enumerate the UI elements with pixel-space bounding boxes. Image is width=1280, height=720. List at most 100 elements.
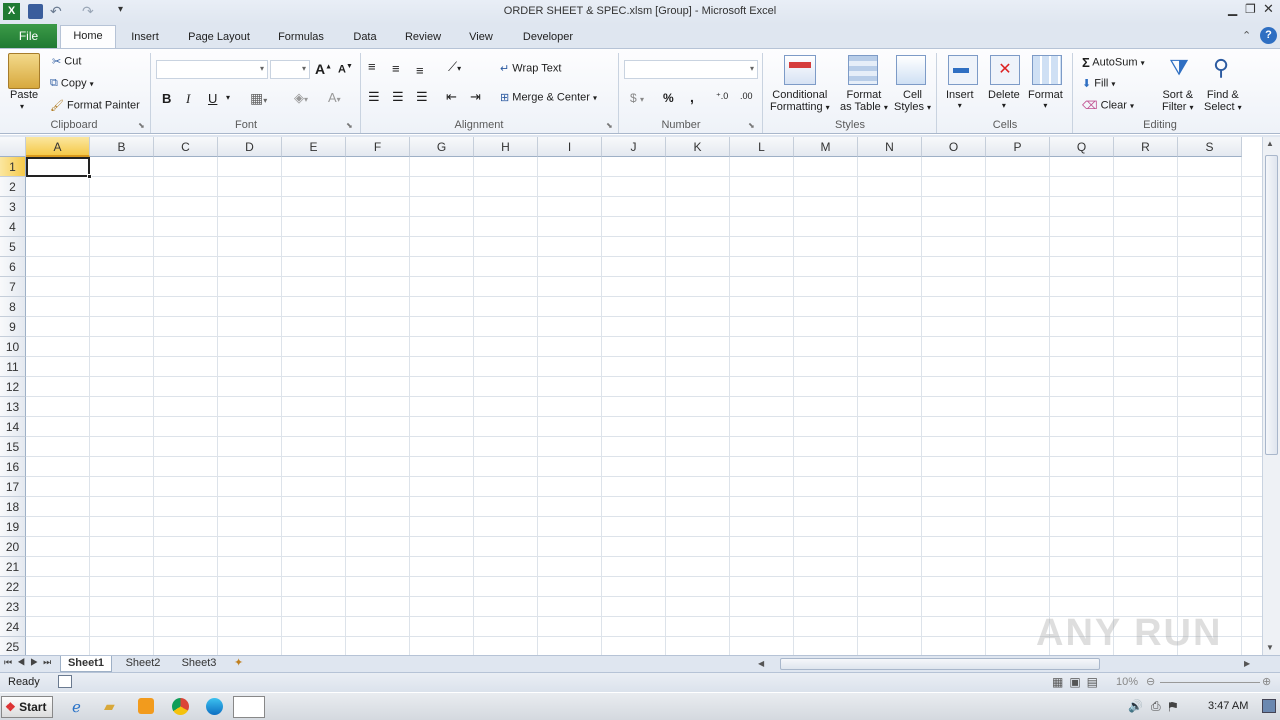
cell-styles-icon[interactable] — [896, 55, 926, 85]
align-middle-icon[interactable]: ≡ — [392, 61, 400, 76]
decrease-decimal-icon[interactable]: .00 — [740, 91, 753, 101]
zoom-slider[interactable] — [1160, 682, 1260, 683]
column-header[interactable]: M — [794, 137, 858, 157]
column-header[interactable]: G — [410, 137, 474, 157]
row-header[interactable]: 22 — [0, 577, 26, 597]
column-header[interactable]: L — [730, 137, 794, 157]
autosum-button[interactable]: Σ AutoSum ▾ — [1082, 55, 1145, 70]
font-name-select[interactable]: ▾ — [156, 60, 268, 79]
column-header[interactable]: S — [1178, 137, 1242, 157]
minimize-ribbon-icon[interactable]: ⌃ — [1242, 29, 1251, 42]
tab-review[interactable]: Review — [398, 27, 448, 48]
alignment-launcher-icon[interactable]: ⬊ — [606, 121, 613, 130]
font-color-icon[interactable]: A▾ — [328, 90, 341, 105]
clear-button[interactable]: ⌫ Clear ▾ — [1082, 99, 1134, 112]
zoom-level[interactable]: 10% — [1116, 676, 1138, 688]
align-right-icon[interactable]: ☰ — [416, 89, 428, 105]
horizontal-scroll-thumb[interactable] — [780, 658, 1100, 670]
column-header[interactable]: R — [1114, 137, 1178, 157]
sheet-tab-2[interactable]: Sheet2 — [118, 656, 168, 672]
sort-filter-button[interactable]: Sort & Filter ▾ — [1162, 89, 1194, 113]
shrink-font-icon[interactable]: A▼ — [338, 63, 353, 76]
clipboard-launcher-icon[interactable]: ⬊ — [138, 121, 145, 130]
insert-cells-icon[interactable] — [948, 55, 978, 85]
select-all-button[interactable] — [0, 137, 26, 157]
vertical-scroll-thumb[interactable] — [1265, 155, 1278, 455]
number-format-select[interactable]: ▾ — [624, 60, 758, 79]
column-header[interactable]: Q — [1050, 137, 1114, 157]
tab-page-layout[interactable]: Page Layout — [180, 27, 258, 48]
column-header[interactable]: B — [90, 137, 154, 157]
macro-record-icon[interactable] — [58, 675, 72, 688]
column-header[interactable]: D — [218, 137, 282, 157]
row-header[interactable]: 10 — [0, 337, 26, 357]
start-button[interactable]: ❖ Start — [1, 696, 53, 718]
format-cells-icon[interactable] — [1032, 55, 1062, 85]
decrease-indent-icon[interactable]: ⇤ — [446, 89, 457, 105]
align-center-icon[interactable]: ☰ — [392, 89, 404, 105]
column-header[interactable]: E — [282, 137, 346, 157]
format-as-table-icon[interactable] — [848, 55, 878, 85]
align-bottom-icon[interactable]: ≡ — [416, 63, 424, 78]
row-header[interactable]: 15 — [0, 437, 26, 457]
column-header[interactable]: J — [602, 137, 666, 157]
row-header[interactable]: 18 — [0, 497, 26, 517]
borders-icon[interactable]: ▦▾ — [250, 90, 267, 107]
fill-button[interactable]: ⬇ Fill ▾ — [1082, 77, 1115, 90]
copy-button[interactable]: ⧉ Copy ▾ — [50, 77, 94, 90]
row-header[interactable]: 3 — [0, 197, 26, 217]
wrap-text-button[interactable]: ↵ Wrap Text — [500, 62, 561, 75]
row-header[interactable]: 13 — [0, 397, 26, 417]
row-header[interactable]: 14 — [0, 417, 26, 437]
tab-view[interactable]: View — [460, 27, 502, 48]
sort-filter-icon[interactable]: ⧩ — [1164, 55, 1194, 85]
tray-icons[interactable]: 🔊⎙⚑ — [1128, 699, 1185, 714]
delete-cells-button[interactable]: Delete ▾ — [988, 89, 1020, 110]
help-icon[interactable]: ? — [1260, 27, 1277, 44]
zoom-in-icon[interactable]: ⊕ — [1262, 675, 1271, 688]
column-header[interactable]: N — [858, 137, 922, 157]
find-select-button[interactable]: Find & Select ▾ — [1204, 89, 1242, 113]
paste-button[interactable]: Paste — [10, 89, 38, 101]
binoculars-icon[interactable]: ⚲ — [1206, 55, 1236, 85]
row-header[interactable]: 7 — [0, 277, 26, 297]
font-launcher-icon[interactable]: ⬊ — [346, 121, 353, 130]
fill-handle[interactable] — [87, 174, 92, 179]
row-header[interactable]: 17 — [0, 477, 26, 497]
row-header[interactable]: 2 — [0, 177, 26, 197]
restore-icon[interactable]: ❐ — [1245, 2, 1256, 16]
explorer-folder-icon[interactable]: ▰ — [104, 698, 115, 715]
delete-cells-icon[interactable]: ✕ — [990, 55, 1020, 85]
row-header[interactable]: 1 — [0, 157, 26, 177]
sheet-tab-3[interactable]: Sheet3 — [174, 656, 224, 672]
currency-button[interactable]: $ ▾ — [630, 91, 644, 105]
row-header[interactable]: 11 — [0, 357, 26, 377]
scroll-down-icon[interactable]: ▼ — [1266, 643, 1274, 652]
zoom-out-icon[interactable]: ⊖ — [1146, 675, 1155, 688]
italic-button[interactable]: I — [186, 91, 190, 107]
increase-indent-icon[interactable]: ⇥ — [470, 89, 481, 105]
format-as-table-button[interactable]: Format as Table ▾ — [840, 89, 888, 113]
column-header[interactable]: H — [474, 137, 538, 157]
underline-button[interactable]: U — [208, 91, 217, 106]
column-header[interactable]: P — [986, 137, 1050, 157]
row-header[interactable]: 5 — [0, 237, 26, 257]
worksheet-grid[interactable]: A B C D E F G H I J K L M N O P Q R S 1 2 3 4 5 6 7 8 9 10 11 12 13 14 15… — [0, 137, 1262, 655]
increase-decimal-icon[interactable]: ⁺.0 — [716, 91, 728, 102]
insert-cells-button[interactable]: Insert ▾ — [946, 89, 974, 110]
row-header[interactable]: 12 — [0, 377, 26, 397]
grow-font-icon[interactable]: A▲ — [315, 61, 332, 77]
tab-formulas[interactable]: Formulas — [270, 27, 332, 48]
tab-home[interactable]: Home — [60, 25, 116, 49]
column-header[interactable]: O — [922, 137, 986, 157]
row-header[interactable]: 24 — [0, 617, 26, 637]
row-header[interactable]: 16 — [0, 457, 26, 477]
excel-taskbar-button[interactable] — [233, 696, 265, 718]
column-header[interactable]: I — [538, 137, 602, 157]
insert-sheet-icon[interactable]: ✦ — [234, 656, 243, 669]
hscroll-left-icon[interactable]: ◀ — [758, 656, 780, 672]
chrome-icon[interactable] — [172, 698, 189, 715]
media-player-icon[interactable] — [138, 698, 154, 714]
align-top-icon[interactable]: ≡ — [368, 59, 376, 74]
orientation-icon[interactable]: ⟋▾ — [448, 59, 461, 75]
